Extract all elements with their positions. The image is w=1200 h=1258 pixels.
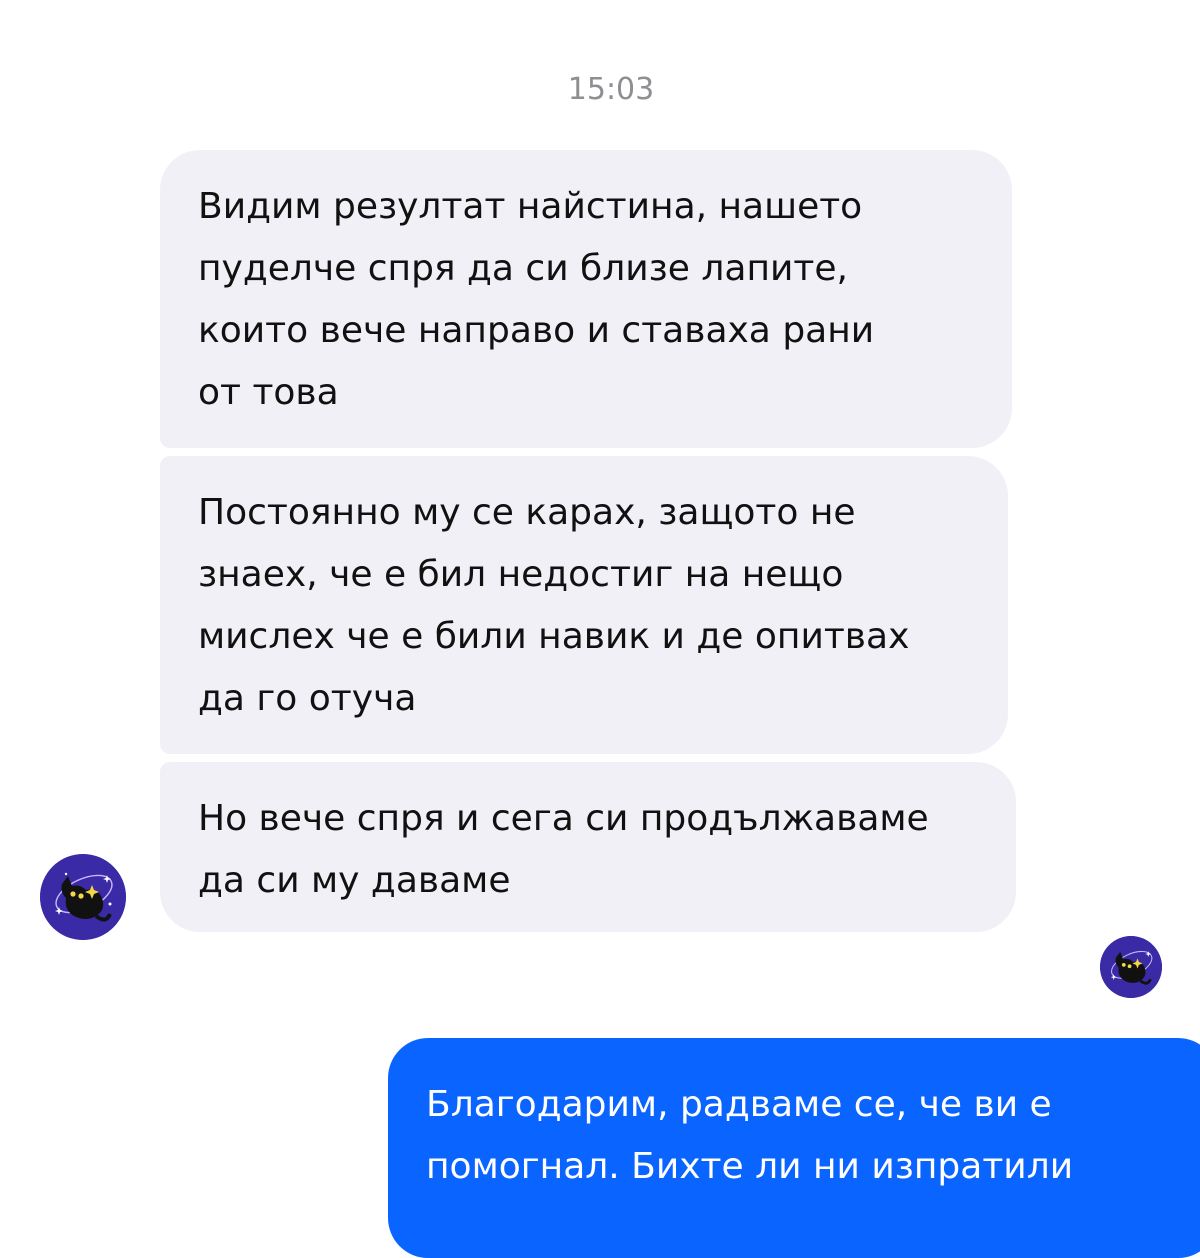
read-receipt-avatar bbox=[1100, 936, 1162, 998]
incoming-message-bubble[interactable]: Постоянно му се карах, защото не знаех, … bbox=[160, 456, 1008, 754]
incoming-message-bubble[interactable]: Видим резултат найстина, нашето пуделче … bbox=[160, 150, 1012, 448]
black-cat-icon bbox=[1100, 936, 1162, 998]
contact-avatar[interactable] bbox=[40, 854, 126, 940]
black-cat-icon bbox=[40, 854, 126, 940]
outgoing-message-bubble[interactable]: Благодарим, радваме се, че ви е помогнал… bbox=[388, 1038, 1200, 1258]
incoming-message-bubble[interactable]: Но вече спря и сега си продължаваме да с… bbox=[160, 762, 1016, 932]
chat-timestamp: 15:03 bbox=[567, 72, 655, 107]
